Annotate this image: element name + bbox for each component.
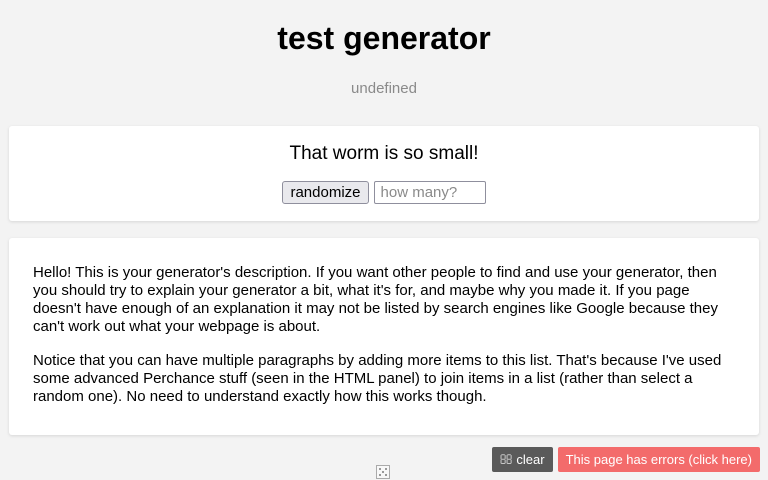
generator-output: That worm is so small! <box>289 143 479 164</box>
description-body: Hello! This is your generator's descript… <box>33 264 737 422</box>
clear-icon:  <box>500 447 513 472</box>
randomize-button[interactable]: randomize <box>282 181 369 204</box>
dice-icon[interactable] <box>376 465 390 479</box>
page-title: test generator <box>277 20 491 56</box>
how-many-input[interactable] <box>373 181 486 204</box>
output-controls: randomize <box>9 181 759 204</box>
page-subtitle: undefined <box>351 80 417 97</box>
description-paragraph: Notice that you can have multiple paragr… <box>33 352 722 405</box>
page: test generator undefined That worm is so… <box>0 0 768 480</box>
output-card: That worm is so small! randomize <box>9 126 759 221</box>
description-card: Hello! This is your generator's descript… <box>9 238 759 435</box>
clear-label: clear <box>516 452 545 467</box>
clear-button[interactable]:  clear <box>491 447 553 472</box>
errors-button[interactable]: This page has errors (click here) <box>557 447 760 472</box>
description-paragraph: Hello! This is your generator's descript… <box>33 264 718 335</box>
footer-buttons:  clear This page has errors (click here… <box>491 447 760 472</box>
